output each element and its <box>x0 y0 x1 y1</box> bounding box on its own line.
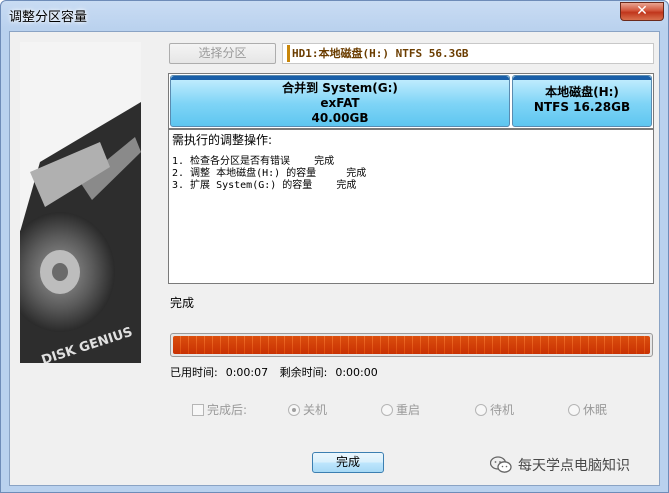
title-bar[interactable]: 调整分区容量 ✕ <box>1 1 668 29</box>
operation-step: 2. 调整 本地磁盘(H:) 的容量 完成 <box>172 168 367 179</box>
radio-label: 待机 <box>490 403 515 417</box>
window-title: 调整分区容量 <box>9 10 88 25</box>
progress-bar <box>170 333 653 357</box>
operation-step: 3. 扩展 System(G:) 的容量 完成 <box>172 180 357 191</box>
after-completion-options: 完成后: 关机 重启 待机 休眠 <box>190 401 650 419</box>
partition-system-g[interactable]: 合并到 System(G:) exFAT 40.00GB <box>170 75 510 127</box>
hard-drive-illustration: DISK GENIUS <box>20 42 141 363</box>
radio-button[interactable] <box>568 403 580 416</box>
partition-b-name: 本地磁盘(H:) <box>545 85 619 99</box>
status-text: 完成 <box>170 296 195 310</box>
radio-shutdown[interactable]: 关机 <box>288 401 327 418</box>
operation-step: 1. 检查各分区是否有错误 完成 <box>172 156 335 167</box>
partition-a-size: 40.00GB <box>311 111 369 125</box>
done-button[interactable]: 完成 <box>312 452 384 473</box>
partition-strip <box>513 76 651 80</box>
partition-b-info: NTFS 16.28GB <box>533 100 631 114</box>
close-icon: ✕ <box>636 3 648 19</box>
disk-color-marker <box>287 45 290 62</box>
elapsed-value: 0:00:07 <box>225 366 269 379</box>
watermark-text: 每天学点电脑知识 <box>518 458 630 474</box>
disk-genius-side-art: DISK GENIUS <box>20 42 141 363</box>
radio-restart[interactable]: 重启 <box>381 401 420 418</box>
watermark: 每天学点电脑知识 <box>489 455 630 475</box>
wechat-icon <box>489 456 512 474</box>
after-done-label: 完成后: <box>207 403 248 417</box>
partition-bar: 合并到 System(G:) exFAT 40.00GB 本地磁盘(H:) NT… <box>168 73 654 129</box>
elapsed-label: 已用时间: <box>170 366 218 379</box>
radio-hibernate[interactable]: 休眠 <box>568 401 607 418</box>
operations-log[interactable]: 需执行的调整操作: 1. 检查各分区是否有错误 完成 2. 调整 本地磁盘(H:… <box>168 129 654 284</box>
radio-label: 关机 <box>303 403 328 417</box>
operations-header: 需执行的调整操作: <box>172 133 273 147</box>
radio-label: 休眠 <box>583 403 608 417</box>
dialog-window: 调整分区容量 ✕ DISK GENIUS 选择分区 HD1:本地磁盘(H:) N… <box>0 0 669 493</box>
partition-strip <box>171 76 509 80</box>
time-readout: 已用时间: 0:00:07 剩余时间: 0:00:00 <box>170 364 386 380</box>
remaining-label: 剩余时间: <box>279 366 328 379</box>
radio-button[interactable] <box>381 403 393 416</box>
partition-a-fs: exFAT <box>320 96 360 110</box>
partition-local-h[interactable]: 本地磁盘(H:) NTFS 16.28GB <box>512 75 652 127</box>
close-button[interactable]: ✕ <box>620 2 664 21</box>
partition-a-name: 合并到 System(G:) <box>282 81 398 95</box>
disk-info-label: HD1:本地磁盘(H:) NTFS 56.3GB <box>282 43 654 64</box>
remaining-value: 0:00:00 <box>335 366 378 379</box>
radio-button[interactable] <box>288 403 300 416</box>
radio-standby[interactable]: 待机 <box>475 401 514 418</box>
progress-fill <box>173 336 650 354</box>
select-partition-button[interactable]: 选择分区 <box>169 43 276 64</box>
after-done-checkbox[interactable] <box>192 403 204 416</box>
radio-button[interactable] <box>475 403 487 416</box>
after-done-checkbox-option[interactable]: 完成后: <box>192 401 247 418</box>
radio-label: 重启 <box>396 403 421 417</box>
disk-info-text: HD1:本地磁盘(H:) NTFS 56.3GB <box>292 47 469 60</box>
dialog-client-area: DISK GENIUS 选择分区 HD1:本地磁盘(H:) NTFS 56.3G… <box>9 31 660 486</box>
